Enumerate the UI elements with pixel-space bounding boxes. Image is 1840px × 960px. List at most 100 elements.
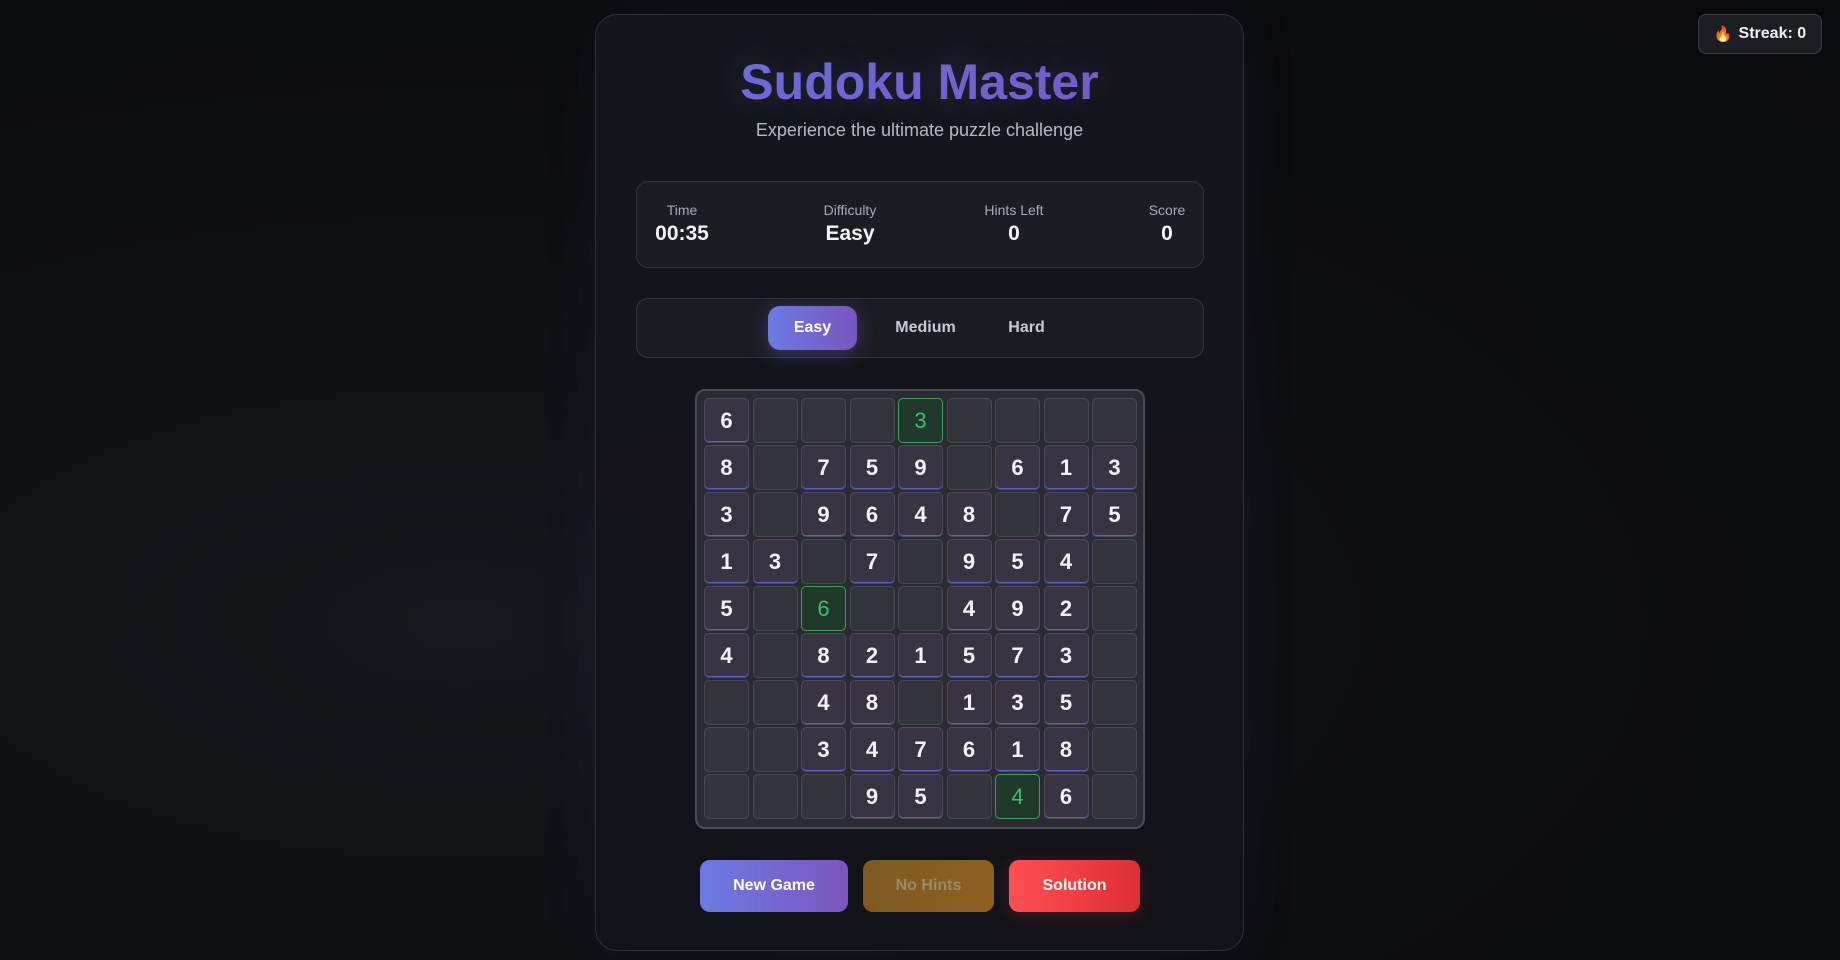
sudoku-cell[interactable]: 1 <box>1043 445 1089 490</box>
sudoku-cell[interactable] <box>704 774 749 819</box>
sudoku-cell[interactable]: 6 <box>704 398 749 443</box>
sudoku-cell[interactable] <box>946 445 992 490</box>
sudoku-cell[interactable] <box>752 445 798 490</box>
sudoku-cell[interactable] <box>898 680 943 725</box>
sudoku-cell[interactable]: 9 <box>995 586 1040 631</box>
stat-difficulty-label: Difficulty <box>823 202 877 218</box>
difficulty-selector: Easy Medium Hard <box>636 298 1204 358</box>
solution-button[interactable]: Solution <box>1009 860 1140 912</box>
sudoku-cell[interactable] <box>1092 680 1137 725</box>
sudoku-cell[interactable]: 1 <box>995 727 1040 772</box>
sudoku-cell[interactable]: 4 <box>1043 539 1089 584</box>
stat-hints-value: 0 <box>1008 222 1020 245</box>
flame-icon: 🔥 <box>1713 26 1733 43</box>
difficulty-easy-button[interactable]: Easy <box>768 306 857 350</box>
sudoku-cell[interactable] <box>752 492 798 537</box>
sudoku-cell[interactable]: 4 <box>995 774 1040 819</box>
streak-badge: 🔥 Streak: 0 <box>1698 14 1822 54</box>
sudoku-cell[interactable] <box>1043 398 1089 443</box>
sudoku-cell[interactable] <box>752 680 798 725</box>
sudoku-cell[interactable]: 7 <box>1043 492 1089 537</box>
sudoku-cell[interactable]: 7 <box>995 633 1040 678</box>
sudoku-cell[interactable]: 6 <box>801 586 846 631</box>
sudoku-cell[interactable] <box>704 680 749 725</box>
sudoku-cell[interactable]: 7 <box>801 445 846 490</box>
difficulty-hard-button[interactable]: Hard <box>988 306 1065 350</box>
sudoku-cell[interactable] <box>704 727 749 772</box>
sudoku-cell[interactable]: 5 <box>704 586 749 631</box>
hint-button[interactable]: No Hints <box>863 860 994 912</box>
stat-hints-label: Hints Left <box>984 202 1044 218</box>
sudoku-cell[interactable]: 7 <box>849 539 895 584</box>
sudoku-cell[interactable] <box>801 774 846 819</box>
sudoku-cell[interactable]: 7 <box>898 727 943 772</box>
sudoku-cell[interactable]: 4 <box>801 680 846 725</box>
sudoku-cell[interactable] <box>752 727 798 772</box>
sudoku-cell[interactable] <box>1092 539 1137 584</box>
stat-score-label: Score <box>1148 202 1186 218</box>
sudoku-cell[interactable] <box>1092 398 1137 443</box>
sudoku-cell[interactable]: 8 <box>1043 727 1089 772</box>
sudoku-cell[interactable] <box>849 586 895 631</box>
sudoku-cell[interactable]: 9 <box>801 492 846 537</box>
stat-hints: Hints Left 0 <box>964 182 1064 267</box>
sudoku-cell[interactable]: 3 <box>1043 633 1089 678</box>
sudoku-cell[interactable] <box>752 774 798 819</box>
sudoku-cell[interactable]: 3 <box>995 680 1040 725</box>
sudoku-cell[interactable]: 3 <box>704 492 749 537</box>
sudoku-cell[interactable] <box>995 398 1040 443</box>
sudoku-cell[interactable] <box>995 492 1040 537</box>
sudoku-cell[interactable] <box>1092 774 1137 819</box>
streak-label: Streak: 0 <box>1738 25 1807 42</box>
sudoku-cell[interactable] <box>1092 727 1137 772</box>
sudoku-cell[interactable]: 4 <box>849 727 895 772</box>
sudoku-cell[interactable]: 3 <box>752 539 798 584</box>
sudoku-cell[interactable] <box>752 398 798 443</box>
stats-bar: Time 00:35 Difficulty Easy Hints Left 0 … <box>636 181 1204 268</box>
sudoku-cell[interactable]: 2 <box>849 633 895 678</box>
sudoku-cell[interactable] <box>946 774 992 819</box>
sudoku-cell[interactable]: 9 <box>849 774 895 819</box>
sudoku-cell[interactable]: 6 <box>995 445 1040 490</box>
sudoku-cell[interactable]: 2 <box>1043 586 1089 631</box>
sudoku-cell[interactable]: 4 <box>946 586 992 631</box>
sudoku-cell[interactable]: 3 <box>898 398 943 443</box>
sudoku-cell[interactable]: 8 <box>849 680 895 725</box>
sudoku-cell[interactable]: 8 <box>704 445 749 490</box>
sudoku-cell[interactable]: 6 <box>946 727 992 772</box>
sudoku-cell[interactable] <box>1092 633 1137 678</box>
sudoku-cell[interactable] <box>849 398 895 443</box>
sudoku-cell[interactable] <box>898 586 943 631</box>
sudoku-cell[interactable]: 4 <box>704 633 749 678</box>
sudoku-cell[interactable] <box>946 398 992 443</box>
sudoku-cell[interactable] <box>801 539 846 584</box>
sudoku-cell[interactable] <box>752 633 798 678</box>
sudoku-cell[interactable]: 8 <box>801 633 846 678</box>
sudoku-cell[interactable]: 5 <box>995 539 1040 584</box>
sudoku-cell[interactable]: 1 <box>898 633 943 678</box>
sudoku-cell[interactable]: 1 <box>946 680 992 725</box>
sudoku-cell[interactable]: 5 <box>849 445 895 490</box>
sudoku-cell[interactable]: 5 <box>1043 680 1089 725</box>
sudoku-cell[interactable] <box>752 586 798 631</box>
sudoku-cell[interactable]: 6 <box>1043 774 1089 819</box>
new-game-button[interactable]: New Game <box>700 860 848 912</box>
sudoku-board: 6387596133964875137954564924821573481353… <box>695 389 1145 829</box>
game-panel: Sudoku Master Experience the ultimate pu… <box>595 14 1244 951</box>
sudoku-cell[interactable]: 9 <box>898 445 943 490</box>
difficulty-medium-button[interactable]: Medium <box>876 306 975 350</box>
stat-score-value: 0 <box>1161 222 1173 245</box>
sudoku-cell[interactable]: 3 <box>801 727 846 772</box>
sudoku-cell[interactable]: 5 <box>946 633 992 678</box>
sudoku-cell[interactable]: 1 <box>704 539 749 584</box>
sudoku-cell[interactable]: 9 <box>946 539 992 584</box>
sudoku-cell[interactable]: 3 <box>1092 445 1137 490</box>
sudoku-cell[interactable]: 8 <box>946 492 992 537</box>
sudoku-cell[interactable]: 4 <box>898 492 943 537</box>
sudoku-cell[interactable] <box>801 398 846 443</box>
sudoku-cell[interactable]: 5 <box>898 774 943 819</box>
sudoku-cell[interactable]: 5 <box>1092 492 1137 537</box>
sudoku-cell[interactable] <box>1092 586 1137 631</box>
sudoku-cell[interactable]: 6 <box>849 492 895 537</box>
sudoku-cell[interactable] <box>898 539 943 584</box>
